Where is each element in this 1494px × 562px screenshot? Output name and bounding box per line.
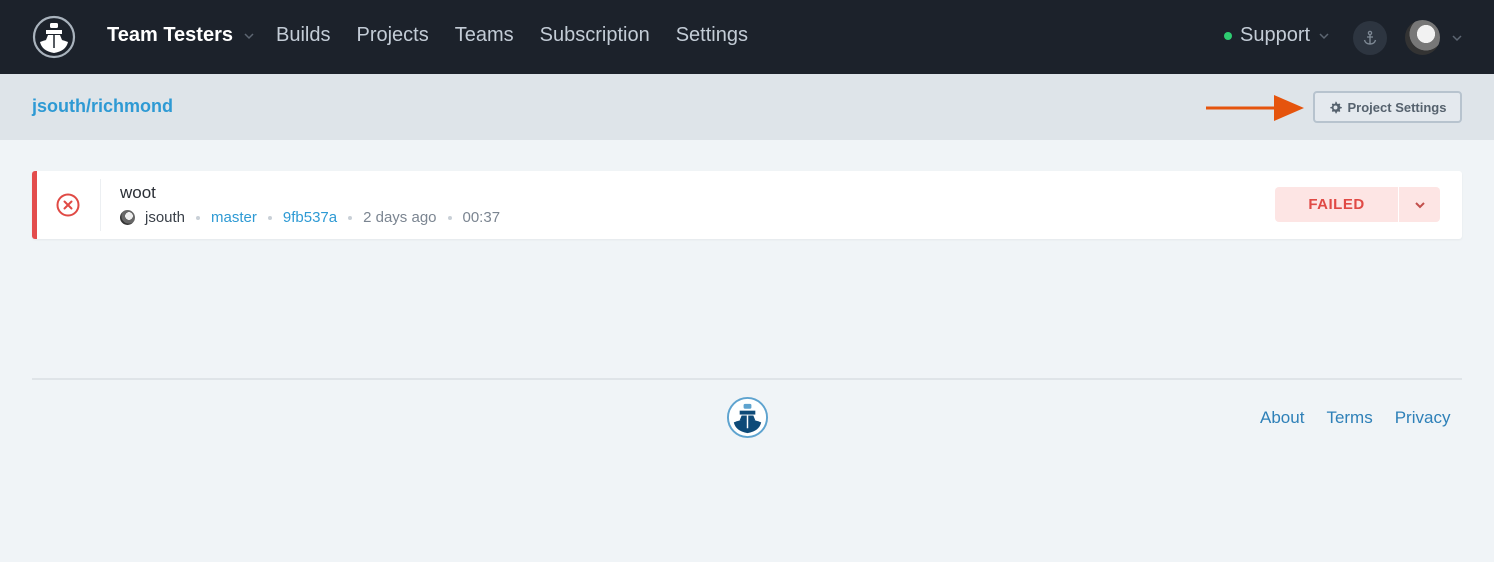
arrow-annotation-icon bbox=[1206, 95, 1304, 121]
footer-about-link[interactable]: About bbox=[1260, 408, 1304, 428]
anchor-button[interactable] bbox=[1353, 21, 1387, 55]
footer-ship-logo-icon bbox=[726, 396, 769, 439]
nav-subscription[interactable]: Subscription bbox=[540, 24, 650, 47]
support-menu[interactable]: Support bbox=[1224, 24, 1330, 47]
nav-settings[interactable]: Settings bbox=[676, 24, 748, 47]
main-nav-links: Builds Projects Teams Subscription Setti… bbox=[276, 24, 748, 47]
build-commit[interactable]: 9fb537a bbox=[283, 209, 337, 226]
chevron-down-icon bbox=[244, 32, 254, 39]
build-author: jsouth bbox=[145, 209, 186, 226]
separator-dot bbox=[348, 215, 353, 220]
build-title[interactable]: woot bbox=[120, 183, 156, 203]
top-navigation: Team Testers Builds Projects Teams Subsc… bbox=[0, 0, 1494, 74]
status-badge[interactable]: FAILED bbox=[1275, 187, 1398, 222]
project-settings-button[interactable]: Project Settings bbox=[1313, 91, 1462, 123]
failed-x-circle-icon bbox=[56, 193, 80, 217]
user-avatar[interactable] bbox=[1405, 20, 1440, 55]
ship-logo-icon[interactable] bbox=[32, 15, 76, 59]
project-settings-label: Project Settings bbox=[1347, 99, 1447, 115]
separator-dot bbox=[447, 215, 452, 220]
separator-dot bbox=[267, 215, 272, 220]
chevron-down-icon[interactable] bbox=[1451, 32, 1463, 44]
build-row[interactable]: woot jsouth master 9fb537a 2 days ago 00… bbox=[32, 171, 1462, 239]
nav-teams[interactable]: Teams bbox=[455, 24, 514, 47]
status-dropdown-button[interactable] bbox=[1399, 187, 1440, 222]
team-switcher[interactable]: Team Testers bbox=[107, 24, 255, 47]
status-dot bbox=[1224, 31, 1232, 40]
footer-divider bbox=[32, 378, 1462, 380]
separator-dot bbox=[196, 215, 201, 220]
nav-builds[interactable]: Builds bbox=[276, 24, 330, 47]
footer-privacy-link[interactable]: Privacy bbox=[1395, 408, 1451, 428]
chevron-down-icon bbox=[1319, 32, 1329, 39]
build-meta: jsouth master 9fb537a 2 days ago 00:37 bbox=[120, 209, 500, 226]
build-status-control: FAILED bbox=[1275, 187, 1440, 222]
footer-links: About Terms Privacy bbox=[1260, 408, 1450, 428]
build-duration: 00:37 bbox=[462, 209, 501, 226]
footer-terms-link[interactable]: Terms bbox=[1326, 408, 1372, 428]
chevron-down-icon bbox=[1414, 201, 1425, 208]
build-branch[interactable]: master bbox=[211, 209, 257, 226]
breadcrumb[interactable]: jsouth/richmond bbox=[32, 96, 173, 117]
team-name: Team Testers bbox=[107, 24, 233, 46]
gear-icon bbox=[1329, 101, 1342, 113]
project-header: jsouth/richmond Project Settings bbox=[0, 74, 1494, 140]
divider bbox=[100, 179, 101, 231]
author-avatar bbox=[120, 210, 135, 225]
anchor-icon bbox=[1363, 30, 1377, 45]
build-time-ago: 2 days ago bbox=[363, 209, 437, 226]
support-label: Support bbox=[1240, 24, 1311, 46]
nav-projects[interactable]: Projects bbox=[356, 24, 428, 47]
